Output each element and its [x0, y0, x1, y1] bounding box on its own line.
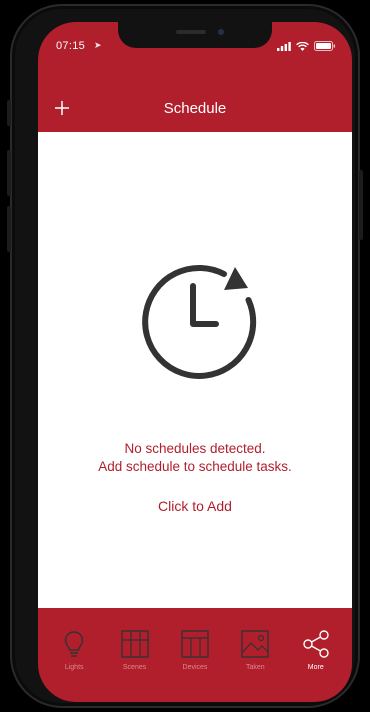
tab-label: Taken: [246, 664, 265, 671]
wifi-icon: [296, 41, 309, 51]
status-time: 07:15: [56, 40, 86, 52]
schedule-empty-state: No schedules detected. Add schedule to s…: [38, 132, 352, 608]
app-header: Schedule: [38, 88, 352, 132]
empty-state-message: No schedules detected. Add schedule to s…: [38, 440, 352, 476]
click-to-add-link[interactable]: Click to Add: [38, 498, 352, 514]
tab-label: Devices: [182, 664, 208, 671]
tab-devices[interactable]: Devices: [167, 608, 223, 702]
devices-icon: [181, 630, 209, 658]
empty-message-line2: Add schedule to schedule tasks.: [98, 459, 292, 474]
mute-switch: [7, 100, 11, 126]
battery-icon: [314, 41, 336, 51]
tab-label: Scenes: [122, 664, 147, 671]
volume-up-button: [7, 150, 11, 196]
tab-label: Lights: [64, 664, 84, 671]
location-icon: ➤: [94, 40, 102, 50]
tab-label: More: [307, 664, 324, 671]
notch: [118, 22, 272, 48]
volume-down-button: [7, 206, 11, 252]
speaker: [176, 30, 206, 34]
tab-taken[interactable]: Taken: [227, 608, 283, 702]
scenes-icon: [120, 630, 149, 658]
page-title: Schedule: [163, 100, 227, 117]
power-button: [359, 170, 363, 240]
app-screen: 07:15 ➤ Schedule No schedules detected. …: [38, 22, 352, 702]
front-camera: [218, 29, 224, 35]
phone-frame: 07:15 ➤ Schedule No schedules detected. …: [7, 4, 363, 708]
tab-scenes[interactable]: Scenes: [107, 608, 163, 702]
bulb-icon: [64, 631, 84, 657]
tab-lights[interactable]: Lights: [46, 608, 102, 702]
empty-message-line1: No schedules detected.: [124, 441, 266, 456]
bottom-tab-bar: Lights Scenes Devices Taken More: [38, 608, 352, 702]
signal-icon: [277, 41, 291, 51]
tab-more[interactable]: More: [288, 608, 344, 702]
clock-icon: [142, 264, 257, 379]
share-icon: [303, 630, 329, 658]
status-icons: [277, 41, 336, 51]
photo-icon: [241, 630, 270, 658]
